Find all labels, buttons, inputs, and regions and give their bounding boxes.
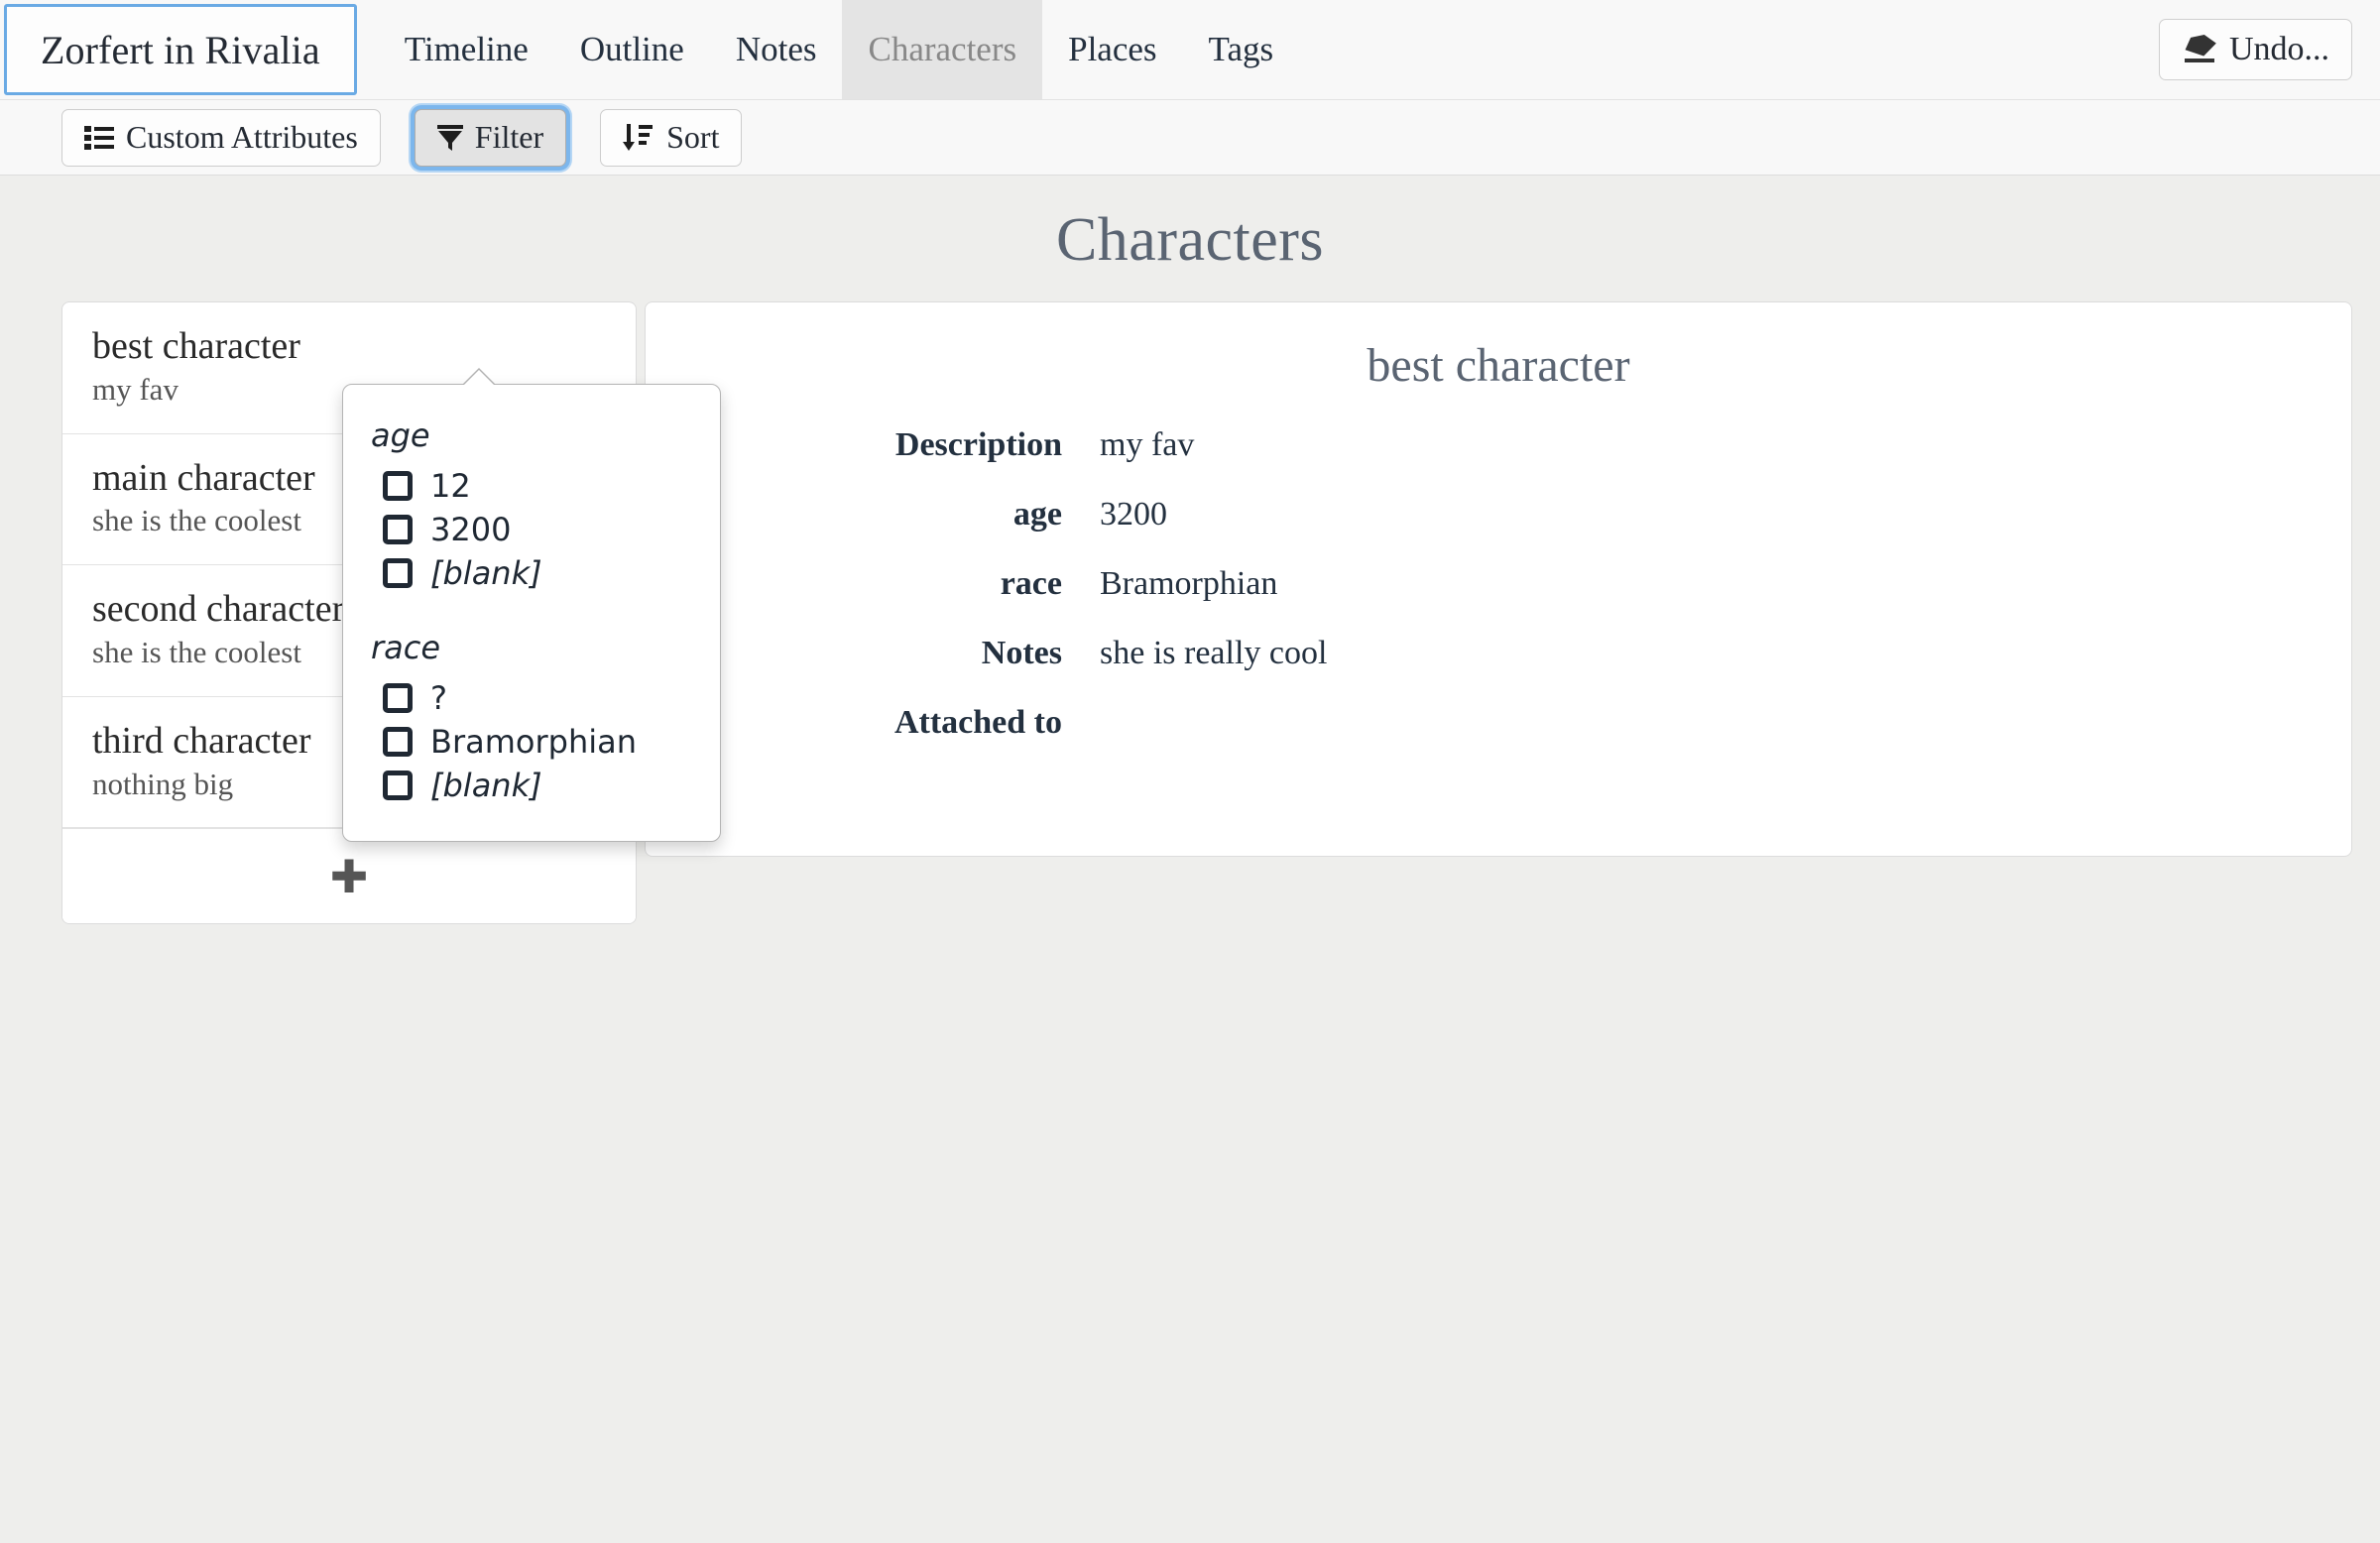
- filter-group-race: race ? Bramorphian [blank]: [343, 623, 720, 815]
- filter-option-label: 3200: [430, 511, 512, 548]
- project-title[interactable]: Zorfert in Rivalia: [4, 4, 357, 95]
- tab-places[interactable]: Places: [1042, 0, 1182, 99]
- list-ul-icon: [84, 125, 114, 151]
- page-title: Characters: [1055, 206, 1325, 274]
- filter-option-age-12[interactable]: 12: [343, 464, 720, 508]
- character-name: best character: [92, 325, 300, 367]
- add-character-button[interactable]: ✚: [62, 828, 636, 924]
- filter-group-title: age: [371, 416, 430, 454]
- filter-option-age-blank[interactable]: [blank]: [343, 551, 720, 595]
- filter-option-label: [blank]: [430, 767, 542, 804]
- sort-button-label: Sort: [666, 119, 720, 155]
- undo-button[interactable]: Undo...: [2158, 19, 2352, 80]
- filter-option-label: [blank]: [430, 554, 542, 592]
- checkbox-icon[interactable]: [383, 771, 413, 800]
- field-value[interactable]: Bramorphian: [1062, 565, 2351, 603]
- custom-attributes-button[interactable]: Custom Attributes: [61, 108, 381, 167]
- brand-container: Zorfert in Rivalia: [0, 0, 357, 99]
- plus-icon: ✚: [329, 849, 369, 903]
- detail-field-notes: Notes she is really cool: [646, 635, 2351, 672]
- filter-option-age-3200[interactable]: 3200: [343, 508, 720, 551]
- tab-notes[interactable]: Notes: [710, 0, 843, 99]
- custom-attributes-label: Custom Attributes: [126, 119, 358, 155]
- funnel-icon: [436, 124, 463, 152]
- filter-group-age: age 12 3200 [blank]: [343, 411, 720, 603]
- checkbox-icon[interactable]: [383, 558, 413, 588]
- navbar-right-actions: Undo...: [2158, 0, 2380, 99]
- main-content: Characters best character my fav main ch…: [0, 176, 2380, 1543]
- checkbox-icon[interactable]: [383, 471, 413, 501]
- filter-button-label: Filter: [474, 119, 544, 155]
- checkbox-icon[interactable]: [383, 727, 413, 757]
- top-navbar: Zorfert in Rivalia Timeline Outline Note…: [0, 0, 2380, 100]
- undo-button-label: Undo...: [2228, 31, 2329, 67]
- filter-button[interactable]: Filter: [414, 108, 567, 167]
- detail-field-age: age 3200: [646, 496, 2351, 534]
- sort-button[interactable]: Sort: [600, 108, 743, 167]
- filter-option-label: 12: [430, 467, 471, 505]
- detail-field-description: Description my fav: [646, 426, 2351, 464]
- filter-option-label: ?: [430, 679, 447, 717]
- field-value[interactable]: my fav: [1062, 426, 2351, 464]
- filter-option-race-bramorphian[interactable]: Bramorphian: [343, 720, 720, 764]
- filter-popover: age 12 3200 [blank] race ? Bramorphian […: [342, 368, 721, 842]
- eraser-icon: [2182, 33, 2219, 66]
- checkbox-icon[interactable]: [383, 683, 413, 713]
- field-value[interactable]: 3200: [1062, 496, 2351, 534]
- tab-tags[interactable]: Tags: [1183, 0, 1300, 99]
- filter-option-race-blank[interactable]: [blank]: [343, 764, 720, 807]
- filter-option-label: Bramorphian: [430, 723, 637, 761]
- tab-outline[interactable]: Outline: [554, 0, 710, 99]
- tab-timeline[interactable]: Timeline: [379, 0, 554, 99]
- checkbox-icon[interactable]: [383, 515, 413, 544]
- field-value[interactable]: she is really cool: [1062, 635, 2351, 672]
- filter-group-divider: [343, 603, 720, 623]
- characters-toolbar: Custom Attributes Filter Sort: [0, 100, 2380, 176]
- filter-option-race-unknown[interactable]: ?: [343, 676, 720, 720]
- main-nav-tabs: Timeline Outline Notes Characters Places…: [379, 0, 1299, 99]
- detail-title: best character: [1367, 339, 1630, 392]
- character-detail-panel: best character Description my fav age 32…: [645, 301, 2352, 857]
- tab-characters[interactable]: Characters: [842, 0, 1043, 99]
- filter-group-title: race: [371, 629, 441, 666]
- detail-field-race: race Bramorphian: [646, 565, 2351, 603]
- detail-field-attached-to: Attached to: [646, 704, 2351, 742]
- sort-amount-down-icon: [623, 123, 654, 152]
